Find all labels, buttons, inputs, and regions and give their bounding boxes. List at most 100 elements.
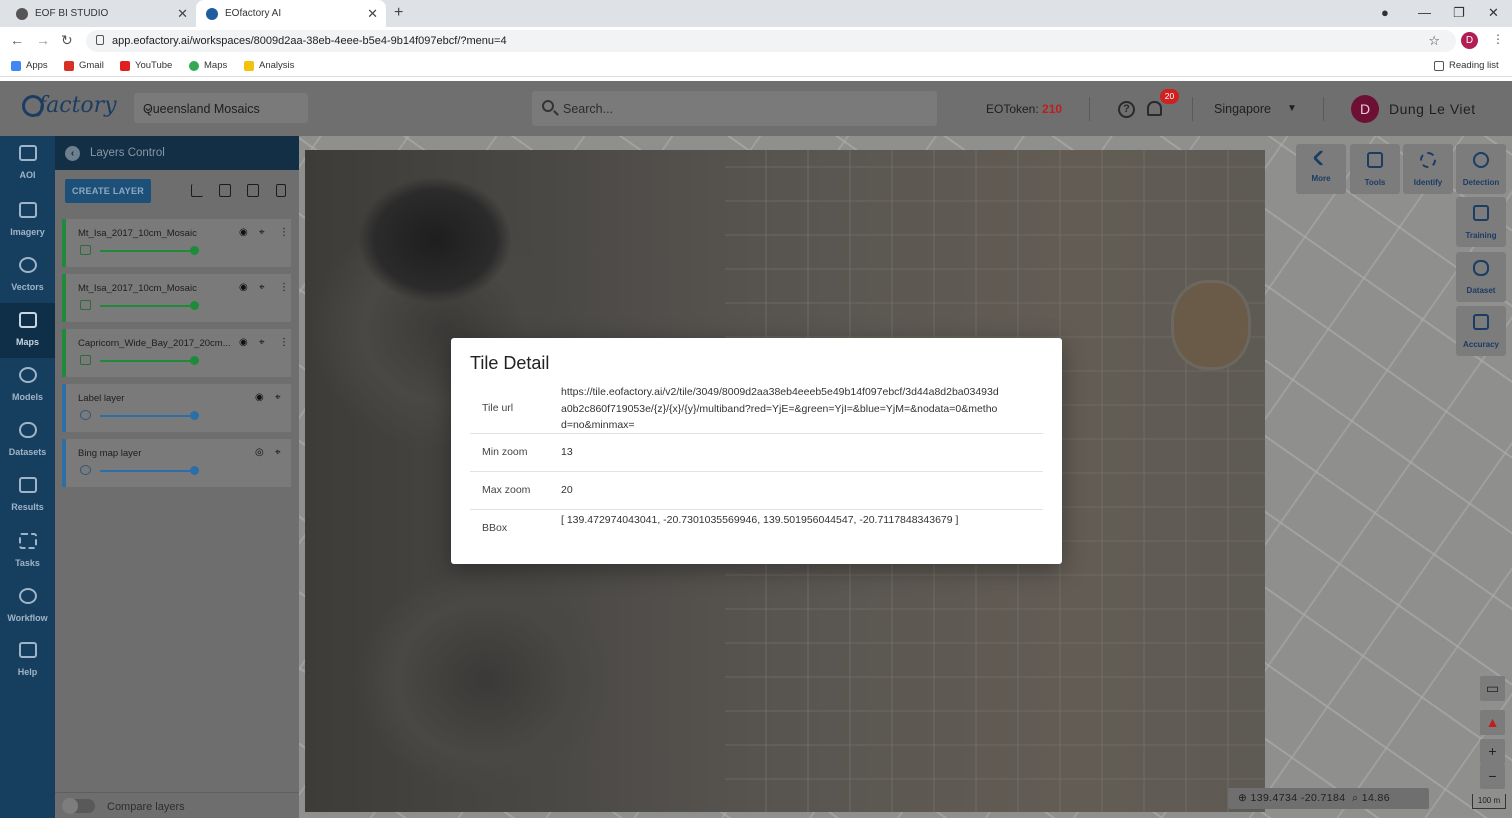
search-input[interactable]: Search... [532, 91, 937, 126]
bookmark-maps[interactable]: Maps [189, 60, 227, 71]
row-value: 13 [561, 446, 573, 458]
nav-tasks[interactable]: Tasks [0, 524, 55, 579]
forward-arrow-icon[interactable]: → [36, 32, 50, 48]
new-tab-icon[interactable]: + [394, 4, 403, 22]
bookmark-gmail[interactable]: Gmail [64, 60, 104, 71]
opacity-slider-handle[interactable] [190, 356, 199, 365]
layer-item[interactable]: Label layer ◉ ⌖ [62, 384, 291, 432]
compare-layers-toggle[interactable] [62, 798, 95, 814]
search-icon [542, 100, 554, 112]
nav-vectors[interactable]: Vectors [0, 248, 55, 303]
bell-icon[interactable] [1147, 101, 1162, 116]
opacity-slider[interactable] [100, 250, 194, 252]
divider [1089, 97, 1090, 121]
eye-icon[interactable]: ◉ [239, 227, 248, 238]
back-arrow-icon[interactable]: ← [10, 32, 24, 48]
layer-item[interactable]: Capricorn_Wide_Bay_2017_20cm... ◉ ⌖ ⋮ [62, 329, 291, 377]
user-name[interactable]: Dung Le Viet [1389, 101, 1476, 117]
nav-maps[interactable]: Maps [0, 303, 55, 358]
eofactory-logo[interactable]: factory [22, 93, 117, 118]
caret-down-icon[interactable]: ▼ [1287, 103, 1297, 114]
training-icon [1473, 205, 1489, 221]
tab-search-icon[interactable]: ● [1381, 5, 1389, 20]
tools-button[interactable]: Tools [1350, 144, 1400, 194]
bookmark-star-icon[interactable]: ☆ [1428, 33, 1440, 49]
region-selector[interactable]: Singapore [1214, 102, 1271, 116]
browser-tab-eofactory[interactable]: EOfactory AI ✕ [196, 0, 386, 27]
opacity-slider[interactable] [100, 470, 194, 472]
identify-button[interactable]: Identify [1403, 144, 1453, 194]
dataset-button[interactable]: Dataset [1456, 252, 1506, 302]
image-frame-icon[interactable] [219, 184, 231, 197]
accuracy-button[interactable]: Accuracy [1456, 306, 1506, 356]
imagery-oval [1171, 280, 1251, 370]
more-vert-icon[interactable]: ⋮ [279, 337, 289, 348]
eye-off-icon[interactable]: ◎ [255, 447, 264, 458]
close-window-icon[interactable]: ✕ [1488, 5, 1499, 21]
map-icon [18, 312, 37, 328]
nav-results[interactable]: Results [0, 468, 55, 523]
nav-imagery[interactable]: Imagery [0, 193, 55, 248]
reload-icon[interactable]: ↻ [61, 32, 73, 49]
user-avatar[interactable]: D [1351, 95, 1379, 123]
locate-icon[interactable]: ⌖ [259, 337, 265, 348]
more-vert-icon[interactable]: ⋮ [279, 227, 289, 238]
ruler-icon[interactable]: ▭ [1480, 676, 1505, 701]
zoom-in-button[interactable]: + [1480, 739, 1505, 764]
chevron-down-icon: ⌄ [143, 100, 154, 114]
browser-profile-avatar[interactable]: D [1461, 32, 1478, 49]
compass-icon[interactable]: ▲ [1480, 710, 1505, 735]
bookmark-apps[interactable]: Apps [11, 60, 48, 71]
locate-icon[interactable]: ⌖ [275, 447, 281, 458]
layer-item[interactable]: Mt_Isa_2017_10cm_Mosaic ◉ ⌖ ⋮ [62, 219, 291, 267]
help-icon[interactable]: ? [1118, 101, 1135, 118]
trash-icon[interactable] [276, 184, 286, 197]
opacity-slider-handle[interactable] [190, 411, 199, 420]
locate-icon[interactable]: ⌖ [275, 392, 281, 403]
layer-color-stripe [62, 219, 66, 267]
detection-button[interactable]: Detection [1456, 144, 1506, 194]
training-button[interactable]: Training [1456, 197, 1506, 247]
workspace-selector[interactable]: Queensland Mosaics ⌄ [134, 93, 308, 123]
nav-models[interactable]: Models [0, 358, 55, 413]
chart-icon[interactable] [191, 184, 203, 197]
locate-icon[interactable]: ⌖ [259, 282, 265, 293]
create-layer-button[interactable]: CREATE LAYER [65, 179, 151, 203]
opacity-slider-handle[interactable] [190, 466, 199, 475]
opacity-slider[interactable] [100, 360, 194, 362]
close-icon[interactable]: ✕ [367, 6, 378, 22]
more-vert-icon[interactable]: ⋮ [279, 282, 289, 293]
zoom-out-button[interactable]: − [1480, 764, 1505, 789]
nav-workflow[interactable]: Workflow [0, 579, 55, 634]
scale-bar: 100 m [1472, 794, 1506, 809]
url-field[interactable]: app.eofactory.ai/workspaces/8009d2aa-38e… [86, 30, 1456, 52]
layer-item[interactable]: Bing map layer ◎ ⌖ [62, 439, 291, 487]
more-button[interactable]: More [1296, 144, 1346, 194]
eye-icon[interactable]: ◉ [239, 337, 248, 348]
locate-icon[interactable]: ⌖ [259, 227, 265, 238]
chevron-left-icon[interactable]: ‹ [65, 146, 80, 161]
minimize-icon[interactable]: — [1418, 5, 1431, 20]
save-icon[interactable] [247, 184, 259, 197]
layer-color-stripe [62, 384, 66, 432]
nav-datasets[interactable]: Datasets [0, 413, 55, 468]
browser-tab-bi-studio[interactable]: EOF BI STUDIO ✕ [6, 0, 196, 27]
nav-aoi[interactable]: AOI [0, 136, 55, 191]
row-key: Min zoom [482, 446, 528, 458]
close-icon[interactable]: ✕ [177, 6, 188, 22]
layer-item[interactable]: Mt_Isa_2017_10cm_Mosaic ◉ ⌖ ⋮ [62, 274, 291, 322]
bookmark-youtube[interactable]: YouTube [120, 60, 172, 71]
eye-icon[interactable]: ◉ [239, 282, 248, 293]
nav-help[interactable]: Help [0, 633, 55, 688]
restore-icon[interactable]: ❐ [1453, 5, 1465, 21]
table-row: Min zoom 13 [470, 434, 1043, 472]
aoi-icon [18, 145, 37, 161]
eye-icon[interactable]: ◉ [255, 392, 264, 403]
opacity-slider-handle[interactable] [190, 301, 199, 310]
bookmark-analysis[interactable]: Analysis [244, 60, 294, 71]
browser-menu-icon[interactable]: ⋮ [1492, 32, 1504, 46]
reading-list[interactable]: Reading list [1434, 60, 1499, 71]
opacity-slider[interactable] [100, 415, 194, 417]
opacity-slider[interactable] [100, 305, 194, 307]
opacity-slider-handle[interactable] [190, 246, 199, 255]
